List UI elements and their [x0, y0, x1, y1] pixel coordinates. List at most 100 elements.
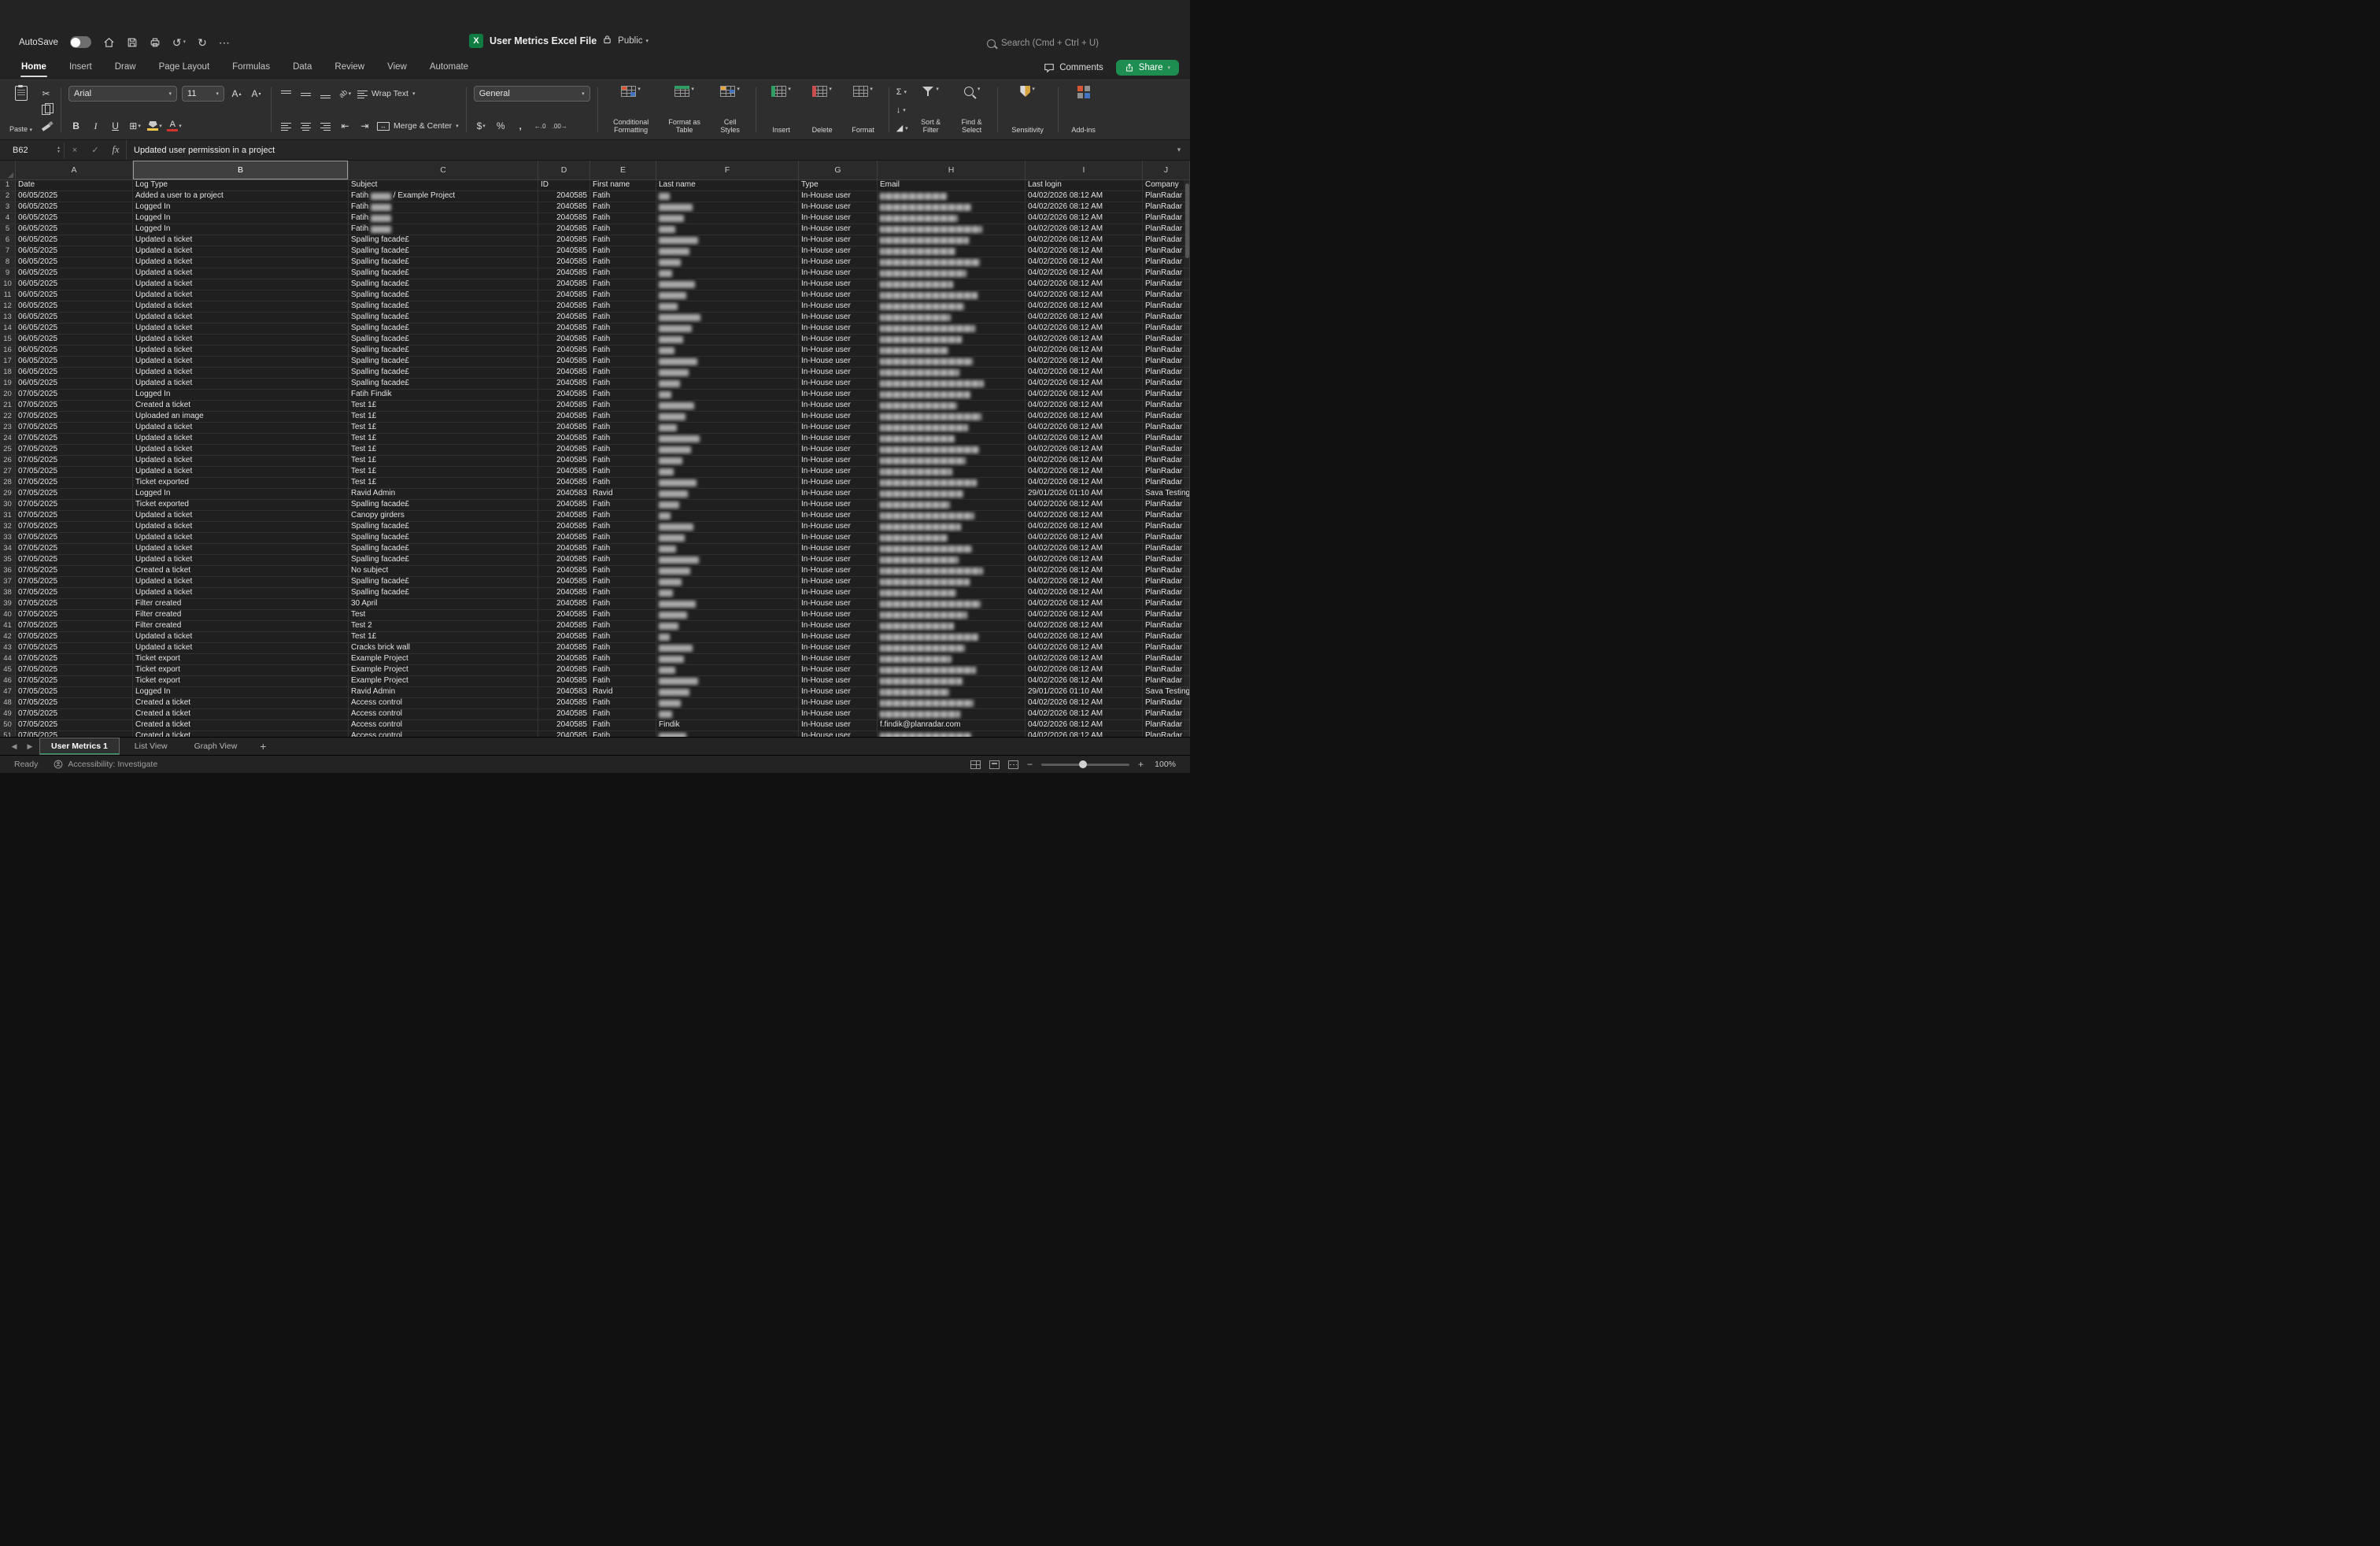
cell-B11[interactable]: Updated a ticket	[133, 290, 349, 301]
borders-button[interactable]: ⊞▾	[128, 118, 142, 134]
cell-J10[interactable]: PlanRadar	[1143, 279, 1190, 290]
cell-J34[interactable]: PlanRadar	[1143, 544, 1190, 555]
cell-H32[interactable]	[878, 522, 1026, 533]
cell-C22[interactable]: Test 1£	[349, 412, 538, 423]
add-sheet-button[interactable]: +	[260, 740, 266, 753]
cell-E46[interactable]: Fatih	[590, 676, 656, 687]
cell-J9[interactable]: PlanRadar	[1143, 268, 1190, 279]
row-header-46[interactable]: 46	[0, 676, 16, 687]
cell-G42[interactable]: In-House user	[799, 632, 878, 643]
cancel-icon[interactable]: ×	[65, 146, 85, 155]
cell-A3[interactable]: 06/05/2025	[16, 202, 133, 213]
cell-J15[interactable]: PlanRadar	[1143, 335, 1190, 346]
cell-C44[interactable]: Example Project	[349, 654, 538, 665]
column-header-E[interactable]: E	[590, 161, 656, 179]
cell-G50[interactable]: In-House user	[799, 720, 878, 731]
cell-I47[interactable]: 29/01/2026 01:10 AM	[1026, 687, 1143, 698]
cell-E23[interactable]: Fatih	[590, 423, 656, 434]
cell-A14[interactable]: 06/05/2025	[16, 324, 133, 335]
cell-I11[interactable]: 04/02/2026 08:12 AM	[1026, 290, 1143, 301]
currency-format-button[interactable]: $▾	[474, 118, 489, 134]
cell-J28[interactable]: PlanRadar	[1143, 478, 1190, 489]
cell-F20[interactable]	[656, 390, 799, 401]
undo-button[interactable]: ↺▾	[172, 37, 186, 48]
cell-E2[interactable]: Fatih	[590, 191, 656, 202]
cell-A10[interactable]: 06/05/2025	[16, 279, 133, 290]
cell-F16[interactable]	[656, 346, 799, 357]
row-header-13[interactable]: 13	[0, 313, 16, 324]
cell-E17[interactable]: Fatih	[590, 357, 656, 368]
cell-E31[interactable]: Fatih	[590, 511, 656, 522]
cell-A9[interactable]: 06/05/2025	[16, 268, 133, 279]
cell-H45[interactable]	[878, 665, 1026, 676]
cell-I9[interactable]: 04/02/2026 08:12 AM	[1026, 268, 1143, 279]
row-header-49[interactable]: 49	[0, 709, 16, 720]
row-header-50[interactable]: 50	[0, 720, 16, 731]
cell-J13[interactable]: PlanRadar	[1143, 313, 1190, 324]
cell-D47[interactable]: 2040583	[538, 687, 590, 698]
cell-B47[interactable]: Logged In	[133, 687, 349, 698]
cell-C34[interactable]: Spalling facade£	[349, 544, 538, 555]
prev-sheet-button[interactable]: ◀	[8, 742, 20, 751]
cell-I3[interactable]: 04/02/2026 08:12 AM	[1026, 202, 1143, 213]
row-header-28[interactable]: 28	[0, 478, 16, 489]
cell-A32[interactable]: 07/05/2025	[16, 522, 133, 533]
cell-F42[interactable]	[656, 632, 799, 643]
cell-F46[interactable]	[656, 676, 799, 687]
cell-B43[interactable]: Updated a ticket	[133, 643, 349, 654]
cell-D41[interactable]: 2040585	[538, 621, 590, 632]
cell-A38[interactable]: 07/05/2025	[16, 588, 133, 599]
align-bottom-button[interactable]	[318, 86, 333, 102]
cell-I6[interactable]: 04/02/2026 08:12 AM	[1026, 235, 1143, 246]
cell-J1[interactable]: Company	[1143, 180, 1190, 191]
cell-A45[interactable]: 07/05/2025	[16, 665, 133, 676]
cell-H49[interactable]	[878, 709, 1026, 720]
cell-C36[interactable]: No subject	[349, 566, 538, 577]
name-box[interactable]: B62 ▴▾	[5, 142, 65, 158]
cell-B7[interactable]: Updated a ticket	[133, 246, 349, 257]
cell-F37[interactable]	[656, 577, 799, 588]
cell-G9[interactable]: In-House user	[799, 268, 878, 279]
cell-F33[interactable]	[656, 533, 799, 544]
cell-C26[interactable]: Test 1£	[349, 456, 538, 467]
cell-A18[interactable]: 06/05/2025	[16, 368, 133, 379]
cell-H43[interactable]	[878, 643, 1026, 654]
cell-A31[interactable]: 07/05/2025	[16, 511, 133, 522]
cell-A41[interactable]: 07/05/2025	[16, 621, 133, 632]
italic-button[interactable]: I	[88, 118, 103, 134]
cell-G6[interactable]: In-House user	[799, 235, 878, 246]
cell-D19[interactable]: 2040585	[538, 379, 590, 390]
cell-B49[interactable]: Created a ticket	[133, 709, 349, 720]
search-box[interactable]: Search (Cmd + Ctrl + U)	[1001, 39, 1099, 48]
cell-H37[interactable]	[878, 577, 1026, 588]
cell-E25[interactable]: Fatih	[590, 445, 656, 456]
row-header-34[interactable]: 34	[0, 544, 16, 555]
cell-E4[interactable]: Fatih	[590, 213, 656, 224]
cell-I30[interactable]: 04/02/2026 08:12 AM	[1026, 500, 1143, 511]
cell-E50[interactable]: Fatih	[590, 720, 656, 731]
tab-review[interactable]: Review	[334, 57, 365, 77]
cell-I46[interactable]: 04/02/2026 08:12 AM	[1026, 676, 1143, 687]
cell-D2[interactable]: 2040585	[538, 191, 590, 202]
cell-C38[interactable]: Spalling facade£	[349, 588, 538, 599]
delete-cells-button[interactable]: ▾ Delete	[804, 83, 841, 136]
cell-G17[interactable]: In-House user	[799, 357, 878, 368]
cell-E51[interactable]: Fatih	[590, 731, 656, 737]
cell-H44[interactable]	[878, 654, 1026, 665]
cell-H40[interactable]	[878, 610, 1026, 621]
cell-H39[interactable]	[878, 599, 1026, 610]
cell-G36[interactable]: In-House user	[799, 566, 878, 577]
cell-F19[interactable]	[656, 379, 799, 390]
cell-C46[interactable]: Example Project	[349, 676, 538, 687]
cell-A6[interactable]: 06/05/2025	[16, 235, 133, 246]
cell-B9[interactable]: Updated a ticket	[133, 268, 349, 279]
cell-D21[interactable]: 2040585	[538, 401, 590, 412]
cell-H28[interactable]	[878, 478, 1026, 489]
cell-I48[interactable]: 04/02/2026 08:12 AM	[1026, 698, 1143, 709]
cell-H41[interactable]	[878, 621, 1026, 632]
cell-J21[interactable]: PlanRadar	[1143, 401, 1190, 412]
cell-I26[interactable]: 04/02/2026 08:12 AM	[1026, 456, 1143, 467]
cell-D12[interactable]: 2040585	[538, 301, 590, 313]
cell-H25[interactable]	[878, 445, 1026, 456]
cell-D23[interactable]: 2040585	[538, 423, 590, 434]
